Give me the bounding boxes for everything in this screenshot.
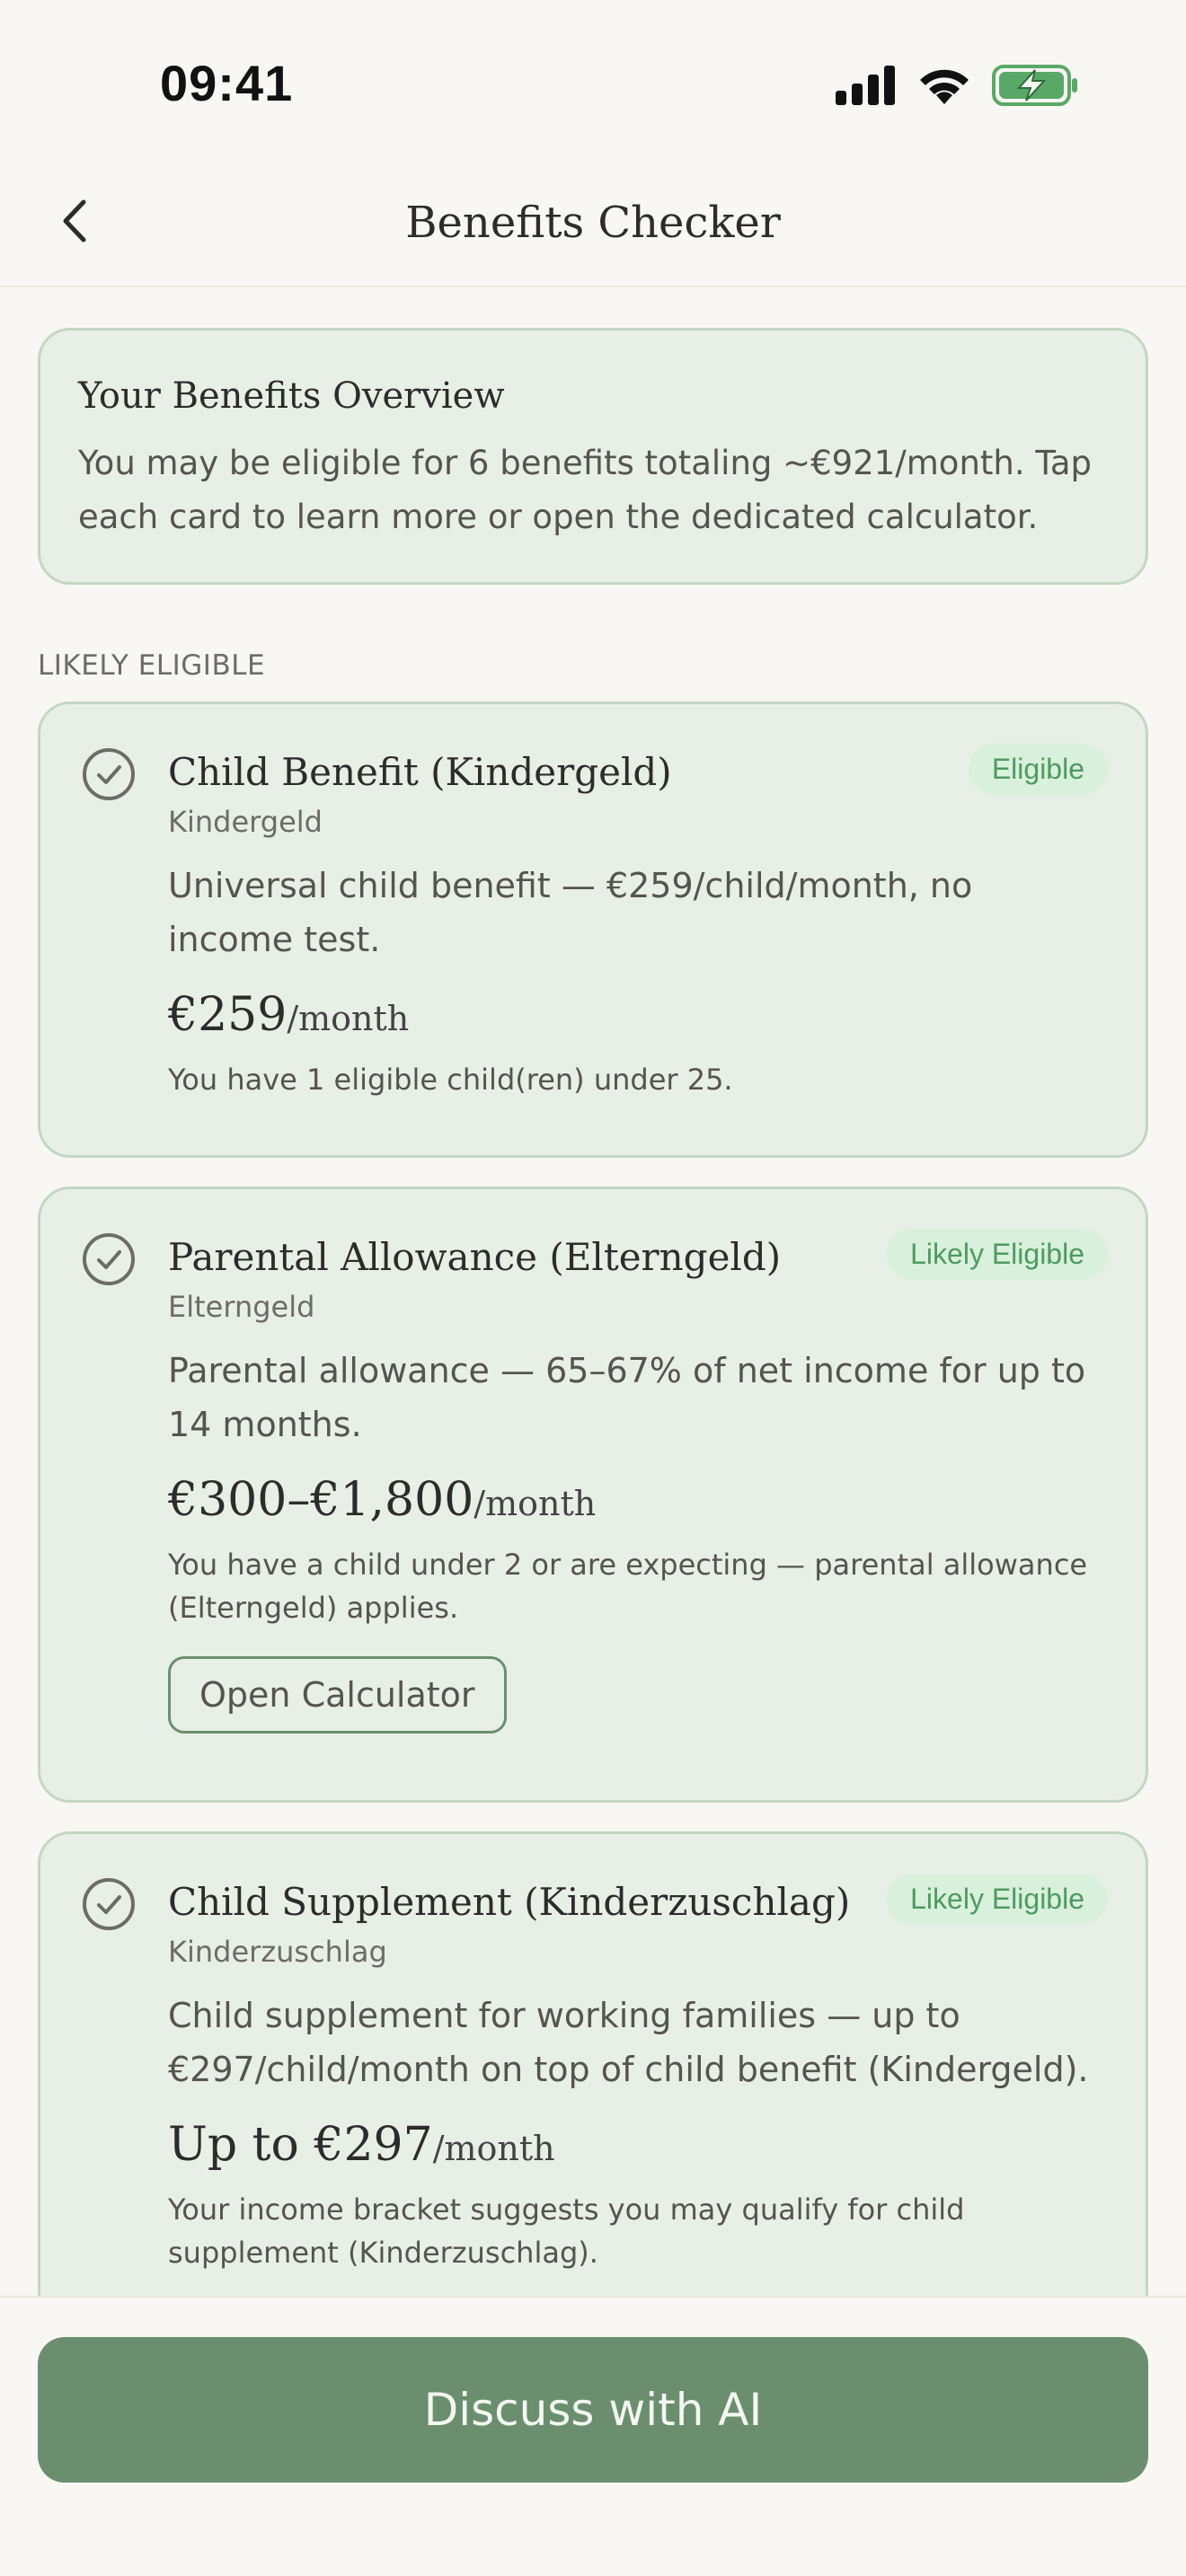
status-badge: Eligible <box>968 744 1108 795</box>
benefit-card-elterngeld[interactable]: Likely Eligible Parental Allowance (Elte… <box>38 1187 1148 1803</box>
card-description: Child supplement for working families — … <box>168 1996 1089 2089</box>
benefits-overview-card: Your Benefits Overview You may be eligib… <box>38 328 1148 585</box>
check-circle-icon <box>83 1233 135 1285</box>
bottom-action-bar: Discuss with AI <box>0 2296 1186 2576</box>
status-time: 09:41 <box>160 55 294 111</box>
amount-value: €259 <box>168 988 288 1042</box>
content-scroll[interactable]: Your Benefits Overview You may be eligib… <box>38 328 1148 2334</box>
benefit-card-kindergeld[interactable]: Eligible Child Benefit (Kindergeld) Kind… <box>38 701 1148 1158</box>
card-subtitle: Kinderzuschlag <box>168 1935 387 1969</box>
amount-unit: /month <box>432 2129 555 2168</box>
cellular-signal-icon <box>836 66 895 105</box>
overview-text: You may be eligible for 6 benefits total… <box>78 444 1093 536</box>
card-title: Child Benefit (Kindergeld) <box>168 750 672 794</box>
card-amount: €259/month <box>168 988 1108 1042</box>
card-amount: €300–€1,800/month <box>168 1473 1108 1527</box>
status-badge: Likely Eligible <box>887 1874 1108 1925</box>
card-description: Parental allowance — 65–67% of net incom… <box>168 1351 1086 1444</box>
check-circle-icon <box>83 1878 135 1930</box>
card-subtitle: Elterngeld <box>168 1290 315 1324</box>
overview-title: Your Benefits Overview <box>78 375 505 417</box>
nav-bar: Benefits Checker <box>0 171 1186 287</box>
card-note: You have a child under 2 or are expectin… <box>168 1548 1088 1625</box>
card-description: Universal child benefit — €259/child/mon… <box>168 866 973 959</box>
wifi-icon <box>920 69 969 104</box>
amount-value: €300–€1,800 <box>168 1473 474 1527</box>
card-note: Your income bracket suggests you may qua… <box>168 2192 965 2270</box>
card-note: You have 1 eligible child(ren) under 25. <box>168 1063 733 1097</box>
benefit-card-kinderzuschlag[interactable]: Likely Eligible Child Supplement (Kinder… <box>38 1831 1148 2334</box>
discuss-with-ai-button[interactable]: Discuss with AI <box>38 2337 1148 2483</box>
battery-charging-icon <box>992 65 1077 106</box>
amount-unit: /month <box>474 1484 597 1523</box>
amount-unit: /month <box>287 999 410 1038</box>
open-calculator-button[interactable]: Open Calculator <box>168 1656 507 1734</box>
page-title: Benefits Checker <box>405 198 781 248</box>
section-label: LIKELY ELIGIBLE <box>38 649 266 682</box>
check-circle-icon <box>83 748 135 800</box>
status-bar: 09:41 <box>0 0 1186 171</box>
status-icons <box>836 65 1078 106</box>
amount-value: Up to €297 <box>168 2118 433 2172</box>
card-subtitle: Kindergeld <box>168 805 323 839</box>
card-amount: Up to €297/month <box>168 2118 1108 2172</box>
status-badge: Likely Eligible <box>887 1229 1108 1280</box>
